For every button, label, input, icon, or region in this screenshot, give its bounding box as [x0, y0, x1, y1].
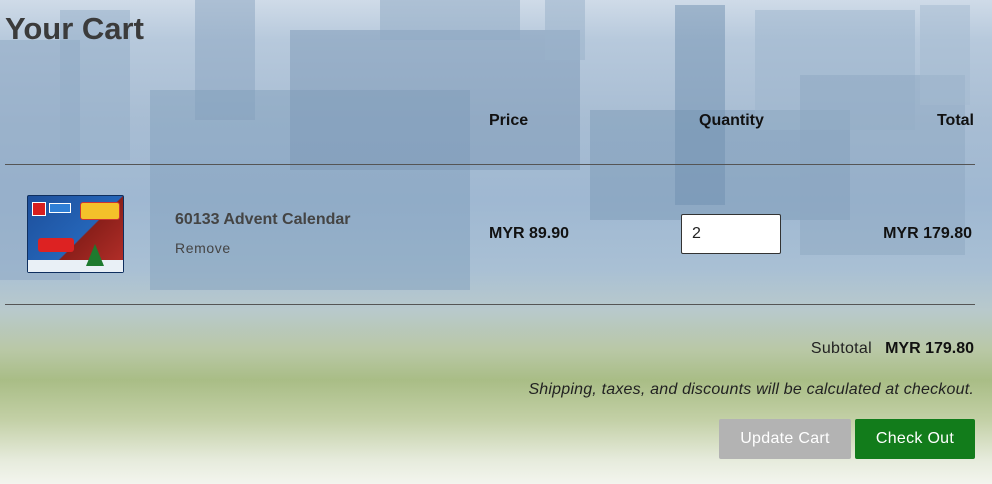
- cart-page: Your Cart Price Quantity Total 60133 Adv…: [0, 0, 992, 484]
- quantity-input[interactable]: [681, 214, 781, 254]
- product-name-link[interactable]: 60133 Advent Calendar: [175, 211, 350, 229]
- page-title: Your Cart: [5, 11, 144, 46]
- price-column-header: Price: [489, 112, 529, 129]
- update-cart-button[interactable]: Update Cart: [719, 419, 851, 459]
- total-column-header: Total: [936, 112, 974, 129]
- remove-item-link[interactable]: Remove: [175, 240, 231, 256]
- unit-price: MYR 89.90: [489, 225, 570, 242]
- product-thumbnail[interactable]: [27, 195, 124, 273]
- row-divider: [5, 304, 975, 305]
- line-total: MYR 179.80: [883, 225, 972, 242]
- quantity-column-header: Quantity: [699, 112, 764, 129]
- subtotal-label: Subtotal: [810, 340, 872, 357]
- header-divider: [5, 164, 975, 165]
- shipping-note: Shipping, taxes, and discounts will be c…: [528, 381, 974, 398]
- checkout-button[interactable]: Check Out: [855, 419, 975, 459]
- subtotal-value: MYR 179.80: [885, 340, 974, 357]
